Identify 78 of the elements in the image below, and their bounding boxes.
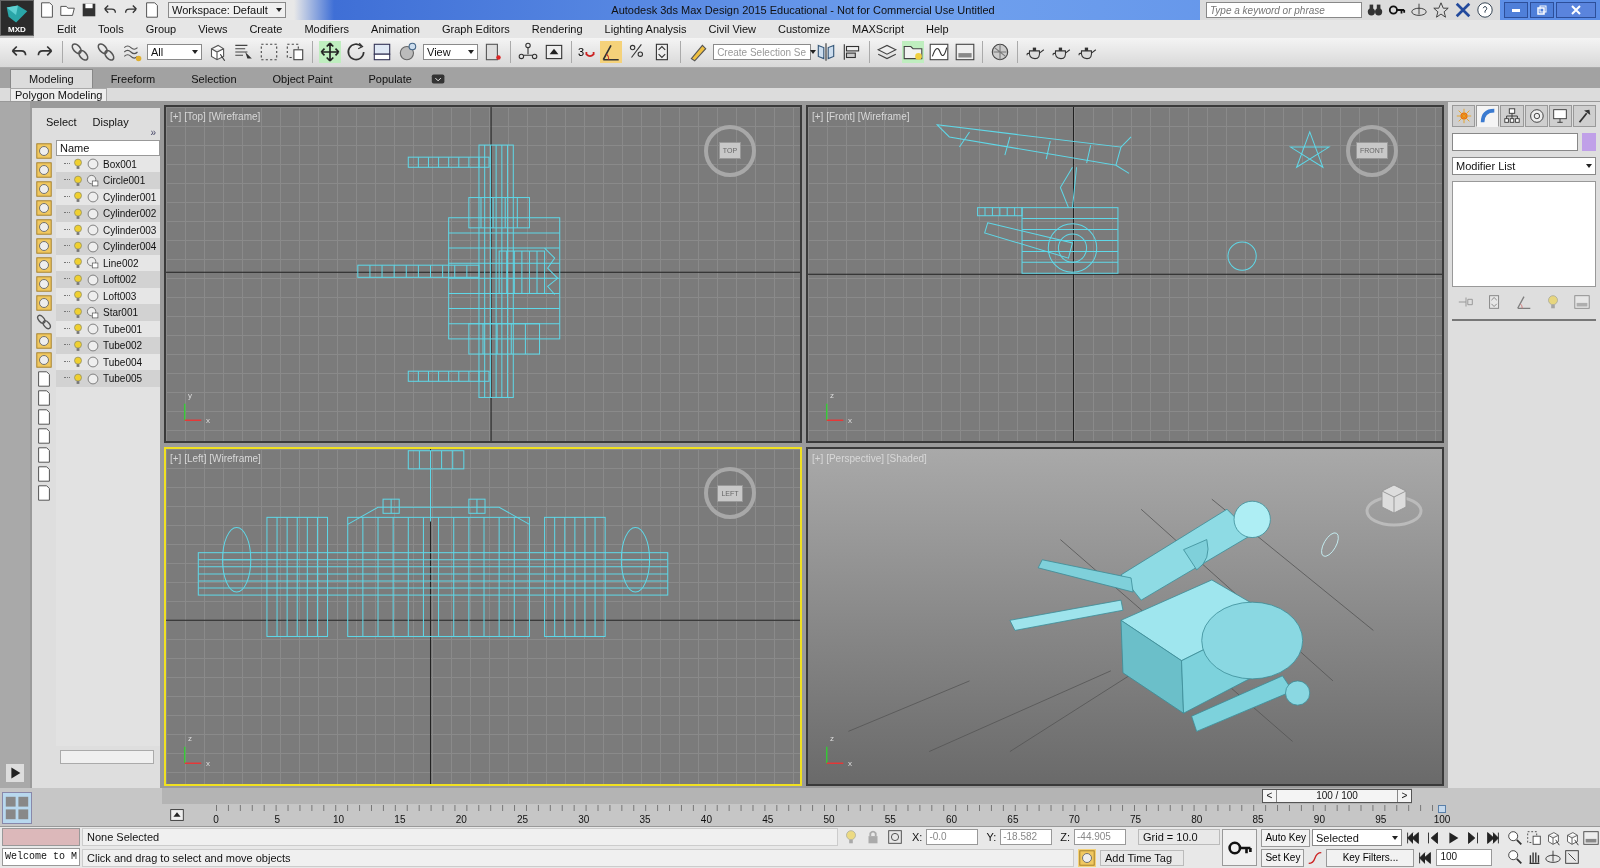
ribbon-tab[interactable]: Modeling [10, 68, 93, 88]
ruler-label: 25 [516, 814, 529, 825]
ruler-label: 80 [1191, 814, 1203, 825]
prompt-text: Click and drag to select and move objects [82, 848, 1074, 867]
menu-item[interactable]: Tools [86, 22, 135, 36]
axis-label: y [188, 391, 192, 401]
coordinate-label: Z: [1060, 831, 1070, 844]
menu-item[interactable]: Help [915, 22, 960, 36]
workspace-dropdown[interactable]: Workspace: Default [168, 2, 286, 18]
coordinate-label: X: [912, 831, 923, 844]
ruler-label: 45 [762, 814, 774, 825]
coordinate-field[interactable]: -0.0 [926, 829, 979, 846]
maxscript-field[interactable]: Welcome to M [2, 848, 80, 866]
menu-item[interactable]: Animation [360, 22, 431, 36]
menu-item[interactable]: Lighting Analysis [593, 22, 698, 36]
ruler-label: 75 [1129, 814, 1142, 825]
menu-item[interactable]: Rendering [520, 22, 594, 36]
ruler-label: 40 [700, 814, 712, 825]
time-slider-track[interactable]: < 100 / 100 > [162, 788, 1412, 804]
menu-item[interactable]: Civil View [697, 22, 768, 36]
axis-label: x [848, 416, 852, 426]
menu-item[interactable]: Modifiers [293, 22, 361, 36]
ruler-label: 50 [823, 814, 835, 825]
grid-readout: Grid = 10.0 [1138, 829, 1220, 846]
ribbon-tab[interactable]: Selection [173, 69, 255, 88]
ruler-label: 30 [578, 814, 590, 825]
menu-item[interactable]: Create [238, 22, 294, 36]
selection-status: None Selected [82, 828, 838, 847]
menu-item[interactable]: Select [46, 115, 77, 138]
ruler-label: 95 [1375, 814, 1387, 825]
ruler-label: 10 [333, 814, 345, 825]
menu-item[interactable]: Graph Editors [430, 22, 521, 36]
menu-item[interactable]: Group [134, 22, 188, 36]
menu-item[interactable]: Customize [767, 22, 841, 36]
snap-toggle[interactable]: 3 [578, 46, 597, 59]
time-slider[interactable]: < 100 / 100 > [1262, 789, 1412, 803]
add-time-tag-button[interactable]: Add Time Tag [1100, 849, 1184, 866]
menu-item[interactable]: MAXScript [841, 22, 915, 36]
ruler-label: 55 [884, 814, 896, 825]
coordinate-system-dropdown[interactable]: View [423, 44, 478, 61]
expand-button[interactable]: » [150, 126, 156, 138]
ruler-label: 0 [213, 814, 219, 825]
ribbon-tab[interactable]: Object Paint [254, 69, 351, 88]
axis-label: z [188, 734, 192, 743]
ruler-label: 70 [1068, 814, 1080, 825]
modifier-list-dropdown[interactable]: Modifier List [1452, 156, 1596, 175]
ruler-label: 20 [455, 814, 467, 825]
frame-spinner[interactable]: 100 [1436, 849, 1493, 866]
ruler-label: 60 [946, 814, 958, 825]
ruler-label: 5 [274, 814, 281, 825]
column-header[interactable]: Name [56, 139, 160, 156]
set-key-button[interactable]: Set Key [1261, 848, 1305, 867]
ruler-label: 65 [1007, 814, 1019, 825]
app-button[interactable]: MXD [0, 0, 34, 36]
ruler-label: 35 [639, 814, 651, 825]
selection-filter-dropdown[interactable]: All [147, 44, 202, 61]
menu-item[interactable]: Views [187, 22, 239, 36]
ribbon-tab[interactable]: Freeform [92, 69, 174, 88]
menu-item[interactable]: Edit [46, 22, 87, 36]
search-field[interactable]: Type a keyword or phrase [1206, 2, 1362, 18]
auto-key-button[interactable]: Auto Key [1261, 828, 1310, 847]
menu-item[interactable]: Display [92, 115, 129, 138]
ruler-label: 90 [1313, 814, 1325, 825]
axis-label: x [848, 759, 852, 768]
axis-label: z [830, 734, 834, 743]
coordinate-field[interactable]: -18.582 [1000, 829, 1053, 846]
axis-label: x [206, 759, 210, 768]
window-title: Autodesk 3ds Max Design 2015 Educational - Not for Commercial Use Untitled [610, 4, 996, 16]
ruler-label: 100 [1433, 814, 1451, 825]
axis-label: x [206, 416, 210, 426]
key-mode-dropdown[interactable]: Selected [1312, 829, 1402, 846]
key-filters-button[interactable]: Key Filters... [1326, 848, 1415, 867]
coordinate-label: Y: [986, 831, 997, 844]
coordinate-field[interactable]: -44.905 [1074, 829, 1126, 846]
ruler-label: 85 [1252, 814, 1264, 825]
ribbon-tab[interactable]: Populate [350, 69, 430, 88]
axis-label: z [830, 391, 834, 401]
ruler-label: 15 [394, 814, 406, 825]
